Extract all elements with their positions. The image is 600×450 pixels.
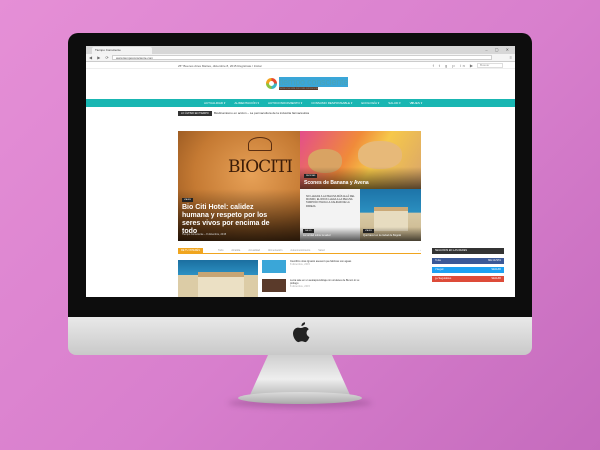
tab-actualidad[interactable]: Actualidad: [248, 249, 260, 252]
social-name: t Seguir: [435, 268, 444, 271]
list-item-date: 8 diciembre, 2015: [290, 285, 310, 289]
social-cta[interactable]: SEGUIR: [491, 268, 501, 271]
lotus-logo-icon: [248, 137, 272, 151]
category-badge[interactable]: RECETAS: [304, 174, 318, 178]
twitter-button[interactable]: t Seguir SEGUIR: [432, 267, 504, 273]
tab-alcaldia[interactable]: Alcaldía: [231, 249, 240, 252]
social-cta[interactable]: ME GUSTA: [488, 259, 501, 262]
building-title[interactable]: Qué hacer en la ciudad de Bogotá: [363, 234, 401, 237]
quote-title[interactable]: La verdad sobre la salud: [303, 234, 330, 237]
hero-article-scones[interactable]: RECETAS Scones de Banana y Avena: [300, 131, 421, 189]
monitor-stand: [250, 355, 350, 395]
list-thumb[interactable]: [262, 279, 286, 292]
social-cta[interactable]: SEGUIR: [491, 277, 501, 280]
hotel-sign: BIOCITI: [228, 157, 293, 177]
tab-alimentacion[interactable]: Alimentación: [268, 249, 282, 252]
hero-title[interactable]: Bio Citi Hotel: calidez humana y respeto…: [182, 204, 282, 236]
section-label: DE TU INTERÉS: [178, 248, 203, 253]
hero-article-building[interactable]: VIAJES Qué hacer en la ciudad de Bogotá: [360, 189, 421, 241]
apple-logo-icon: [293, 322, 310, 343]
category-badge[interactable]: VIAJES: [182, 198, 193, 202]
list-item[interactable]: Lucía sale en un autoaprendizaje con oru…: [290, 279, 360, 289]
facebook-button[interactable]: f Like ME GUSTA: [432, 258, 504, 264]
list-thumb[interactable]: [262, 260, 286, 273]
googleplus-button[interactable]: g+ Seguidores SEGUIR: [432, 276, 504, 282]
scones-title[interactable]: Scones de Banana y Avena: [304, 180, 369, 186]
hero-meta: Tiempo Consciente – 8 diciembre, 2015: [182, 233, 227, 236]
hero-main-article[interactable]: BIOCITI VIAJES Bio Citi Hotel: calidez h…: [178, 131, 300, 241]
featured-image[interactable]: [178, 260, 258, 297]
tab-todo[interactable]: Todo: [218, 249, 223, 252]
monitor-foot: [238, 392, 362, 404]
tab-autoconocimiento[interactable]: Autoconocimiento: [290, 249, 310, 252]
hero-author[interactable]: Tiempo Consciente: [182, 233, 203, 236]
sidebar-heading: SEGUINOS EN LAS REDES: [432, 248, 504, 254]
tab-salud[interactable]: Salud: [318, 249, 324, 252]
category-badge[interactable]: VIAJES: [363, 229, 374, 233]
hero-date: 8 diciembre, 2015: [206, 233, 227, 236]
hero-grid: BIOCITI VIAJES Bio Citi Hotel: calidez h…: [178, 131, 421, 241]
social-name: g+ Seguidores: [435, 277, 452, 280]
pager-arrows[interactable]: ‹ ›: [418, 248, 421, 252]
category-badge[interactable]: SALUD: [303, 229, 314, 233]
hero-article-quote[interactable]: No llegas a la pelusa más allá del mundo…: [300, 189, 360, 241]
list-item-date: 8 diciembre, 2015: [290, 263, 310, 267]
quote-text: No llegas a la pelusa más allá del mundo…: [306, 195, 355, 208]
page-content: BIOCITI VIAJES Bio Citi Hotel: calidez h…: [86, 46, 515, 297]
social-name: f Like: [435, 259, 441, 262]
interest-tabs: DE TU INTERÉS Todo Alcaldía Actualidad Alim…: [178, 248, 421, 254]
list-item[interactable]: Científico José Ignacio aseveró que fabr…: [290, 260, 360, 266]
